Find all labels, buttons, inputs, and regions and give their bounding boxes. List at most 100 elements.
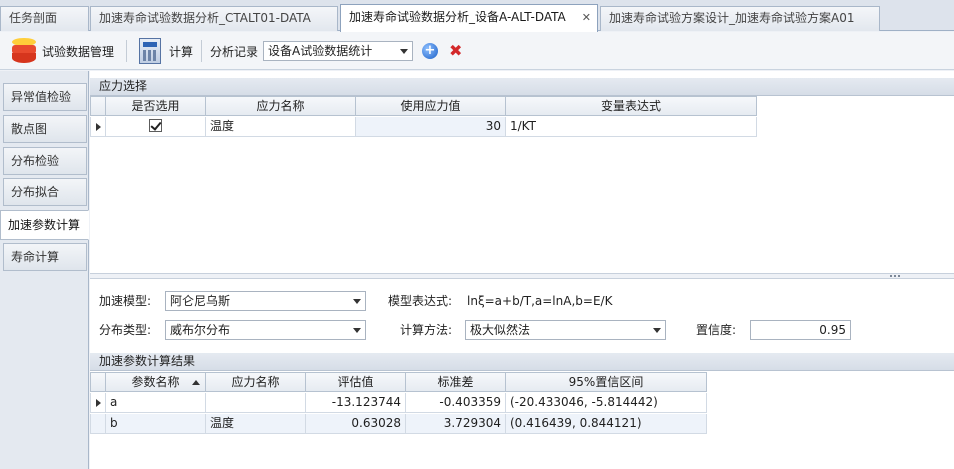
column-header-label: 使用应力值: [400, 99, 461, 113]
column-header-confidence-interval[interactable]: 95%置信区间: [506, 372, 707, 392]
column-header-label: 标准差: [437, 375, 474, 389]
column-header-stress-name[interactable]: 应力名称: [206, 372, 306, 392]
row-indicator-cell: [90, 393, 106, 413]
database-icon: [12, 38, 36, 64]
sidebar-item-label: 加速参数计算: [8, 218, 81, 232]
estimate-cell[interactable]: -13.123744: [306, 393, 406, 413]
analysis-record-label-text: 分析记录: [210, 44, 259, 59]
delete-icon[interactable]: ✖: [449, 43, 462, 59]
sidebar-item-label: 分布检验: [11, 154, 60, 168]
stress-name-cell[interactable]: 温度: [206, 117, 356, 137]
data-management-button[interactable]: 试验数据管理: [12, 32, 114, 70]
chevron-down-icon: [400, 49, 408, 54]
model-expression-label: 模型表达式:: [388, 294, 453, 308]
column-header-label: 应力名称: [231, 375, 280, 389]
toolbar-separator: [201, 40, 202, 62]
chevron-down-icon: [353, 299, 361, 304]
estimate-cell[interactable]: 0.63028: [306, 414, 406, 434]
tab-label: 加速寿命试验数据分析_CTALT01-DATA: [99, 11, 311, 25]
sidebar-item-label: 寿命计算: [11, 250, 60, 264]
column-header-stress-name[interactable]: 应力名称: [206, 96, 356, 116]
toolbar-separator: [126, 40, 127, 62]
current-row-indicator-icon: [96, 399, 102, 407]
param-name-cell[interactable]: b: [106, 414, 206, 434]
results-header: 加速参数计算结果: [90, 353, 954, 371]
stddev-cell[interactable]: 3.729304: [406, 414, 506, 434]
column-header-label: 95%置信区间: [568, 375, 644, 389]
analysis-record-value: 设备A试验数据统计: [268, 44, 373, 58]
distribution-type-label: 分布类型:: [99, 323, 152, 337]
selected-checkbox[interactable]: [149, 119, 162, 132]
sidebar-item-label: 分布拟合: [11, 185, 60, 199]
analysis-record-label: 分析记录: [210, 32, 258, 70]
stddev-cell[interactable]: -0.403359: [406, 393, 506, 413]
model-expression-value: lnξ=a+b/T,a=lnA,b=E/K: [467, 294, 613, 308]
grid-row-header-corner: [90, 96, 106, 116]
compute-button[interactable]: 计算: [139, 32, 193, 70]
close-icon[interactable]: ✕: [582, 5, 591, 30]
chevron-down-icon: [653, 328, 661, 333]
stress-selection-title: 应力选择: [99, 79, 148, 93]
stress-name-cell[interactable]: 温度: [206, 414, 306, 434]
column-header-variable-expression[interactable]: 变量表达式: [506, 96, 757, 116]
sidebar-item-outlier-test[interactable]: 异常值检验: [3, 83, 87, 111]
tab-device-a-alt-data[interactable]: 加速寿命试验数据分析_设备A-ALT-DATA ✕: [340, 4, 598, 32]
grid-row-header-corner: [90, 372, 106, 392]
sidebar-item-distribution-fit[interactable]: 分布拟合: [3, 178, 87, 206]
column-header-param-name[interactable]: 参数名称: [106, 372, 206, 392]
main-panel: 应力选择 是否选用 应力名称 使用应力值 变量表达式 温度 30 1/KT 加速…: [90, 71, 954, 469]
sidebar-item-distribution-test[interactable]: 分布检验: [3, 147, 87, 175]
document-tab-strip: 任务剖面 加速寿命试验数据分析_CTALT01-DATA 加速寿命试验数据分析_…: [0, 0, 954, 32]
tab-label: 加速寿命试验数据分析_设备A-ALT-DATA: [349, 10, 566, 24]
row-indicator-cell: [90, 117, 106, 137]
selected-cell[interactable]: [106, 117, 206, 137]
sidebar-item-label: 散点图: [11, 122, 48, 136]
sort-ascending-icon: [192, 380, 200, 385]
tab-test-plan-a01[interactable]: 加速寿命试验方案设计_加速寿命试验方案A01: [600, 6, 880, 31]
column-header-use-stress-value[interactable]: 使用应力值: [356, 96, 506, 116]
accel-model-select[interactable]: 阿仑尼乌斯: [165, 291, 366, 311]
column-header-selected[interactable]: 是否选用: [106, 96, 206, 116]
data-management-label: 试验数据管理: [42, 44, 115, 59]
column-header-label: 参数名称: [131, 375, 180, 389]
calculator-icon: [139, 38, 161, 64]
side-navigation: 异常值检验 散点图 分布检验 分布拟合 加速参数计算 寿命计算: [0, 71, 89, 469]
column-header-label: 应力名称: [256, 99, 305, 113]
use-stress-value-cell[interactable]: 30: [356, 117, 506, 137]
confidence-input[interactable]: 0.95: [750, 320, 851, 340]
stress-selection-header: 应力选择: [90, 78, 954, 96]
grip-dots-icon: [890, 275, 902, 277]
sidebar-item-label: 异常值检验: [11, 90, 72, 104]
current-row-indicator-icon: [96, 123, 102, 131]
calc-method-select[interactable]: 极大似然法: [465, 320, 666, 340]
add-icon[interactable]: +: [422, 43, 438, 59]
confidence-interval-cell[interactable]: (-20.433046, -5.814442): [506, 393, 707, 413]
confidence-label: 置信度:: [696, 323, 737, 337]
stress-name-cell[interactable]: [206, 393, 306, 413]
accel-model-value: 阿仑尼乌斯: [170, 294, 231, 308]
toolbar: 试验数据管理 计算 分析记录 设备A试验数据统计 + ✖: [0, 32, 954, 70]
compute-label: 计算: [169, 44, 194, 59]
sidebar-item-scatter-plot[interactable]: 散点图: [3, 115, 87, 143]
row-indicator-cell: [90, 414, 106, 434]
sidebar-item-life-calc[interactable]: 寿命计算: [3, 243, 87, 271]
tab-ctalt01-data[interactable]: 加速寿命试验数据分析_CTALT01-DATA: [90, 6, 338, 31]
param-name-cell[interactable]: a: [106, 393, 206, 413]
sidebar-item-accel-param-calc[interactable]: 加速参数计算: [0, 210, 89, 240]
variable-expression-cell[interactable]: 1/KT: [506, 117, 757, 137]
chevron-down-icon: [353, 328, 361, 333]
distribution-type-select[interactable]: 威布尔分布: [165, 320, 366, 340]
column-header-label: 评估值: [337, 375, 374, 389]
column-header-label: 是否选用: [131, 99, 180, 113]
column-header-label: 变量表达式: [600, 99, 661, 113]
tab-task-profile[interactable]: 任务剖面: [0, 6, 89, 31]
column-header-stddev[interactable]: 标准差: [406, 372, 506, 392]
analysis-record-select[interactable]: 设备A试验数据统计: [263, 41, 413, 61]
panel-splitter[interactable]: [90, 273, 954, 279]
calc-method-value: 极大似然法: [470, 323, 531, 337]
calc-method-label: 计算方法:: [400, 323, 453, 337]
column-header-estimate[interactable]: 评估值: [306, 372, 406, 392]
confidence-interval-cell[interactable]: (0.416439, 0.844121): [506, 414, 707, 434]
tab-label: 加速寿命试验方案设计_加速寿命试验方案A01: [609, 11, 855, 25]
distribution-type-value: 威布尔分布: [170, 323, 231, 337]
